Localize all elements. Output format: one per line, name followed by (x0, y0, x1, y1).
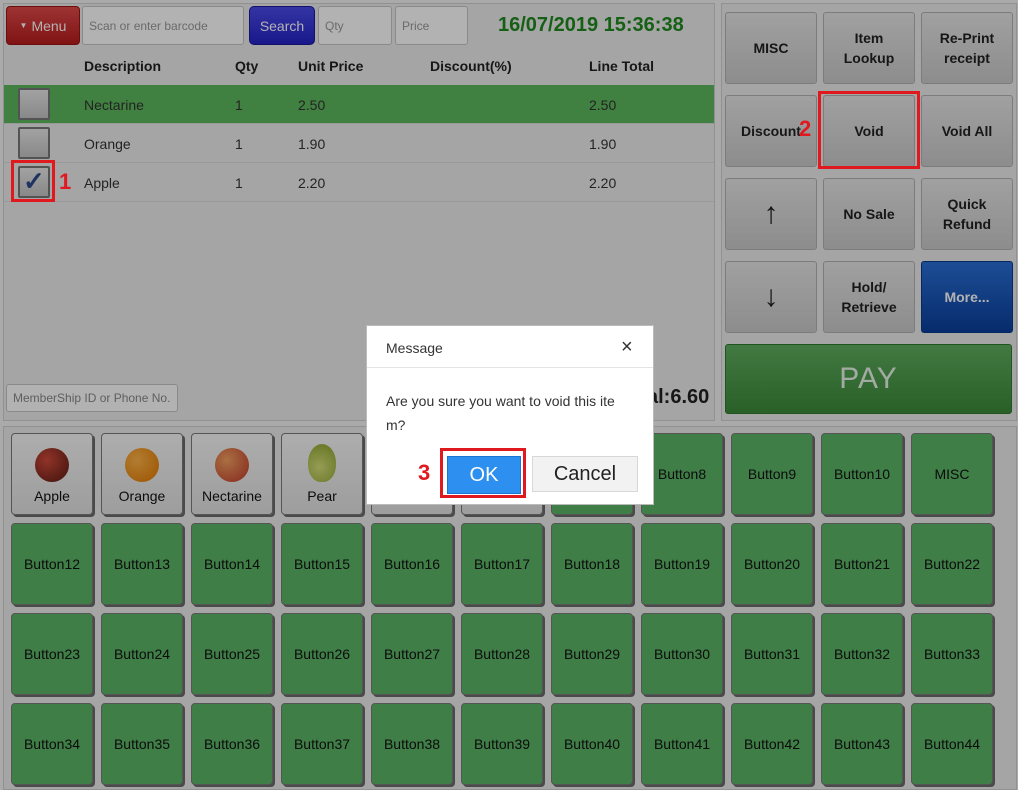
annotation-number: 3 (418, 460, 431, 485)
dialog-message: Are you sure you want to void this ite m… (386, 393, 615, 433)
annotation-number: 1 (59, 169, 72, 194)
dialog-title: Message (386, 340, 443, 356)
annotation-number: 2 (799, 116, 812, 141)
cancel-button[interactable]: Cancel (532, 456, 638, 492)
close-icon[interactable]: × (621, 336, 633, 359)
dialog-header: Message × (367, 326, 653, 368)
pos-app: ▼ Menu Scan or enter barcode Search Qty … (0, 0, 1018, 790)
annotation-box-void (818, 91, 920, 169)
annotation-box-checkbox (11, 160, 55, 202)
annotation-box-ok (440, 448, 526, 498)
